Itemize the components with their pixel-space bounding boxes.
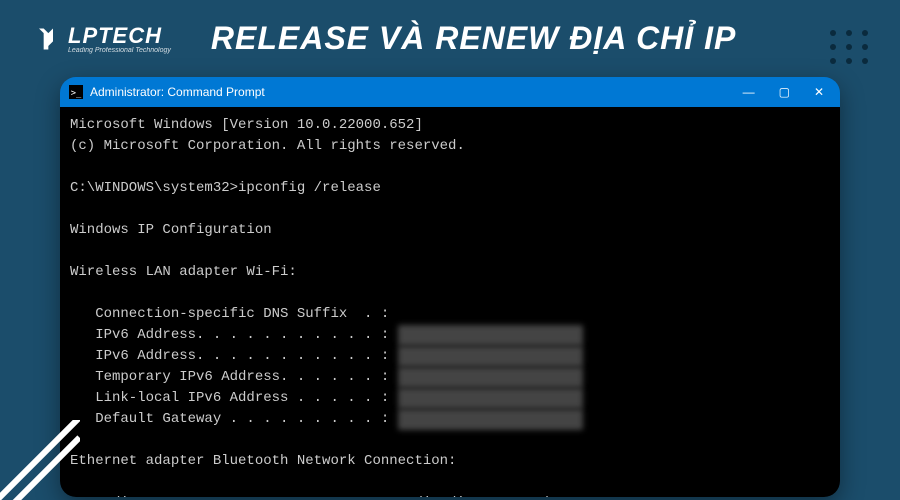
terminal-line: C:\WINDOWS\system32>ipconfig /release (70, 180, 381, 196)
redacted-value: xxxxxxxxxxxxxxxxxxxxxx (398, 388, 583, 409)
logo-icon (30, 23, 62, 55)
brand-logo: LPTECH Leading Professional Technology (30, 23, 171, 55)
terminal-line: Windows IP Configuration (70, 222, 272, 238)
terminal-line: (c) Microsoft Corporation. All rights re… (70, 138, 465, 154)
terminal-line: IPv6 Address. . . . . . . . . . . : (70, 348, 389, 364)
close-button[interactable]: ✕ (814, 85, 824, 99)
decorative-corner (0, 420, 80, 500)
terminal-line: IPv6 Address. . . . . . . . . . . : (70, 327, 389, 343)
terminal-line: Connection-specific DNS Suffix . : (70, 306, 389, 322)
logo-text: LPTECH (68, 23, 171, 49)
terminal-line: Microsoft Windows [Version 10.0.22000.65… (70, 117, 423, 133)
terminal-line: Media State . . . . . . . . . . . : Medi… (70, 495, 549, 497)
redacted-value: xxxxxxxxxxxxxxxxxxxxxx (398, 409, 583, 430)
command-prompt-window: >_ Administrator: Command Prompt — ▢ ✕ M… (60, 77, 840, 497)
window-titlebar: >_ Administrator: Command Prompt — ▢ ✕ (60, 77, 840, 107)
terminal-line: Link-local IPv6 Address . . . . . : (70, 390, 389, 406)
maximize-button[interactable]: ▢ (779, 85, 790, 99)
svg-text:>_: >_ (71, 89, 82, 99)
page-title: RELEASE VÀ RENEW ĐỊA CHỈ IP (211, 20, 736, 57)
logo-subtitle: Leading Professional Technology (68, 47, 171, 54)
redacted-value: xxxxxxxxxxxxxxxxxxxxxx (398, 346, 583, 367)
terminal-line: Wireless LAN adapter Wi-Fi: (70, 264, 297, 280)
redacted-value: xxxxxxxxxxxxxxxxxxxxxx (398, 367, 583, 388)
minimize-button[interactable]: — (743, 85, 755, 99)
terminal-output[interactable]: Microsoft Windows [Version 10.0.22000.65… (60, 107, 840, 497)
terminal-line: Ethernet adapter Bluetooth Network Conne… (70, 453, 456, 469)
decorative-dots (830, 30, 870, 64)
redacted-value: xxxxxxxxxxxxxxxxxxxxxx (398, 325, 583, 346)
cmd-icon: >_ (68, 84, 84, 100)
window-title: Administrator: Command Prompt (90, 85, 265, 99)
terminal-line: Default Gateway . . . . . . . . . : (70, 411, 389, 427)
terminal-line: Temporary IPv6 Address. . . . . . : (70, 369, 389, 385)
